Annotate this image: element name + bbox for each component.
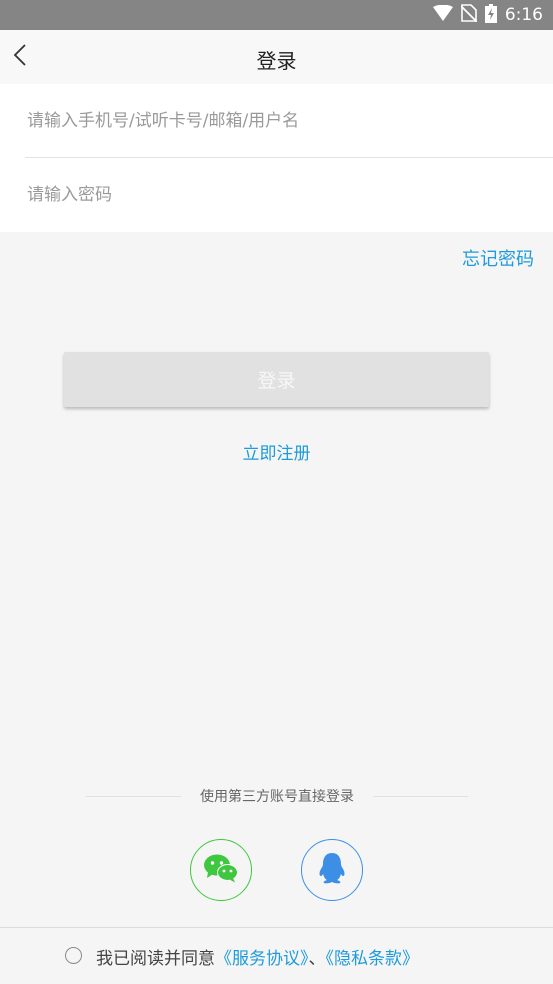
agreement-prefix: 我已阅读并同意 xyxy=(96,949,215,969)
wechat-login-button[interactable] xyxy=(190,839,252,901)
wifi-icon xyxy=(432,4,453,25)
header-bar: 登录 xyxy=(0,30,553,84)
login-button[interactable]: 登录 xyxy=(64,352,489,407)
wechat-icon xyxy=(203,853,239,887)
qq-login-button[interactable] xyxy=(301,839,363,901)
account-field-row xyxy=(0,84,553,158)
status-icons: 6:16 xyxy=(432,3,543,27)
register-link[interactable]: 立即注册 xyxy=(0,439,553,464)
agreement-checkbox[interactable] xyxy=(65,947,82,964)
service-agreement-link[interactable]: 《服务协议》 xyxy=(215,949,309,969)
password-field-row xyxy=(0,158,553,231)
no-sim-icon xyxy=(460,4,478,26)
page-title: 登录 xyxy=(256,49,297,73)
divider-line-right xyxy=(373,796,468,797)
status-bar: 6:16 xyxy=(0,0,553,30)
agreement-text: 我已阅读并同意《服务协议》、《隐私条款》 xyxy=(96,944,419,969)
battery-charging-icon xyxy=(484,3,497,27)
privacy-policy-link[interactable]: 《隐私条款》 xyxy=(326,949,420,969)
status-time: 6:16 xyxy=(504,5,543,25)
qq-icon xyxy=(318,852,346,888)
agreement-separator: 、 xyxy=(308,949,326,969)
forgot-password-link[interactable]: 忘记密码 xyxy=(462,245,534,271)
account-input[interactable] xyxy=(25,84,533,157)
password-input[interactable] xyxy=(25,158,533,231)
third-party-divider: 使用第三方账号直接登录 xyxy=(86,786,468,808)
login-form xyxy=(0,84,553,232)
agreement-bar: 我已阅读并同意《服务协议》、《隐私条款》 xyxy=(0,927,553,984)
